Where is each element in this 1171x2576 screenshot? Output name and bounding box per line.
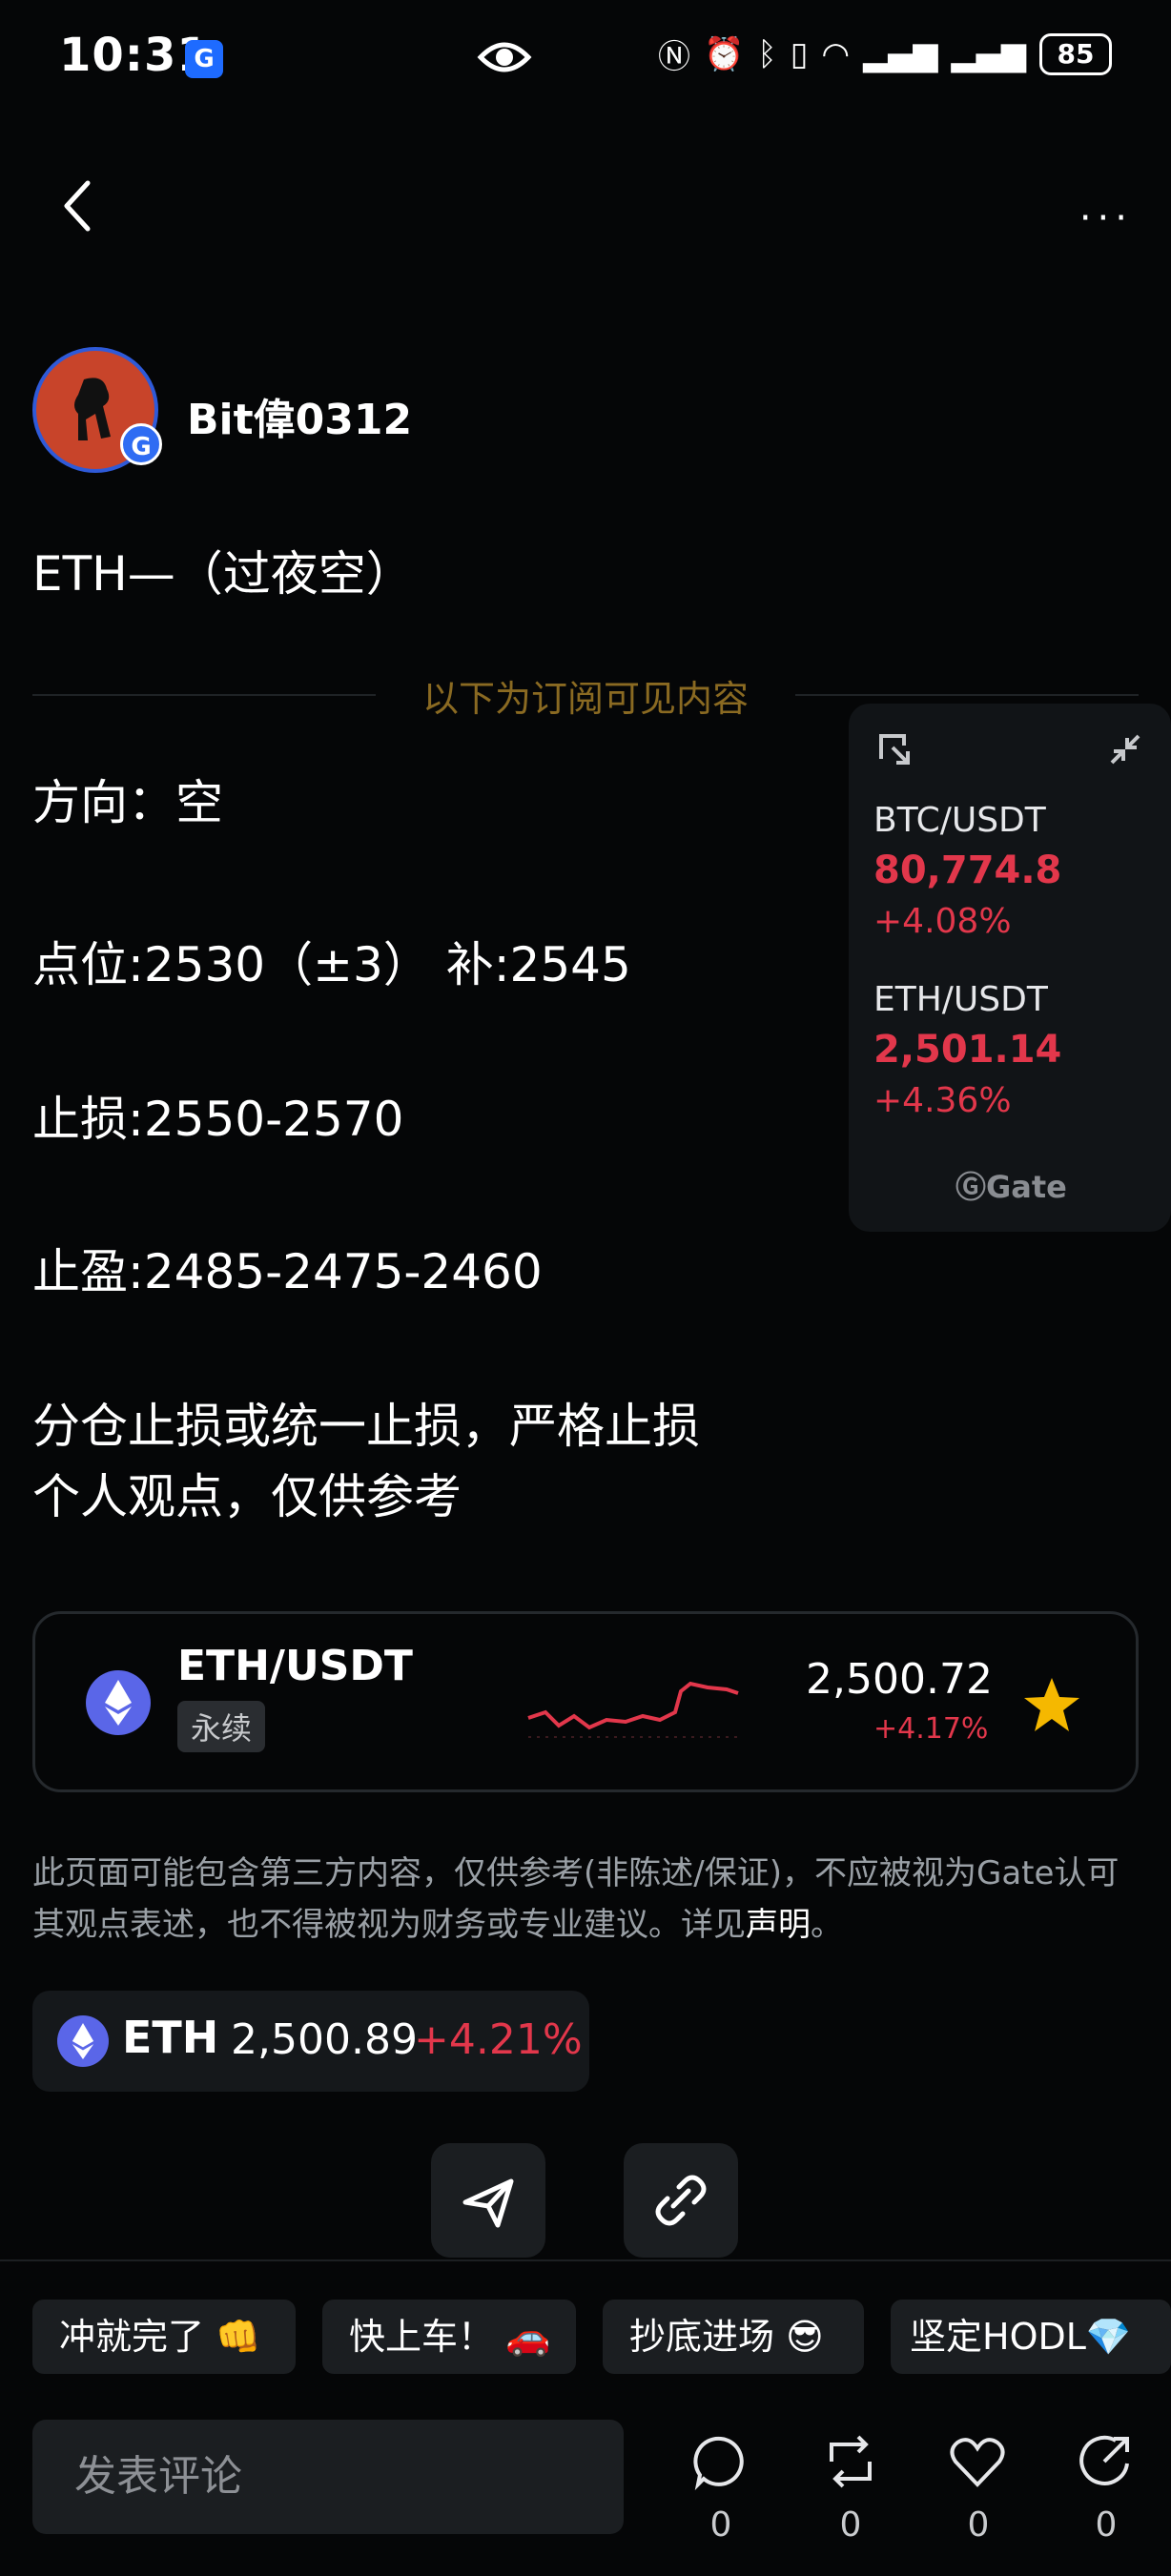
back-arrow-icon[interactable] bbox=[59, 177, 97, 235]
gate-logo: ⒼGate bbox=[955, 1163, 1067, 1207]
card-pair: ETH/USDT bbox=[177, 1642, 413, 1690]
widget-eth-change: +4.36% bbox=[873, 1081, 1012, 1120]
app-notification-icon: G bbox=[185, 40, 223, 78]
pill-price: 2,500.89 bbox=[231, 2015, 418, 2064]
gate-logo-mark-icon: Ⓖ bbox=[955, 1169, 987, 1205]
widget-btc-pair: BTC/USDT bbox=[873, 801, 1046, 840]
share-icon[interactable] bbox=[1078, 2433, 1135, 2490]
entry-line: 点位:2530（±3） 补:2545 bbox=[32, 937, 631, 992]
author-name[interactable]: Bit偉0312 bbox=[187, 385, 412, 446]
perpetual-tag: 永续 bbox=[177, 1701, 266, 1752]
widget-btc-change: +4.08% bbox=[873, 902, 1012, 941]
bluetooth-icon: ᛒ bbox=[757, 34, 777, 73]
copy-link-button[interactable] bbox=[624, 2143, 738, 2258]
quick-reply-4[interactable]: 坚定HODL💎 bbox=[891, 2300, 1171, 2374]
card-change: +4.17% bbox=[873, 1712, 989, 1746]
comment-input[interactable]: 发表评论 bbox=[32, 2420, 624, 2534]
signal-icon-2: ▂▄▆ bbox=[951, 34, 1026, 73]
more-icon[interactable]: ··· bbox=[1079, 196, 1133, 240]
widget-eth-price: 2,501.14 bbox=[873, 1028, 1062, 1072]
share-count: 0 bbox=[1095, 2505, 1118, 2545]
collapse-icon[interactable] bbox=[1108, 732, 1142, 767]
quick-reply-1[interactable]: 冲就完了 👊 bbox=[32, 2300, 296, 2374]
battery-indicator: 85 bbox=[1039, 32, 1112, 75]
note-line: 分仓止损或统一止损，严格止损 bbox=[32, 1399, 700, 1454]
widget-btc-price: 80,774.8 bbox=[873, 848, 1062, 892]
pill-symbol: ETH bbox=[122, 2012, 219, 2063]
disclaimer-line: 个人观点，仅供参考 bbox=[32, 1469, 462, 1524]
gate-logo-text: Gate bbox=[986, 1169, 1067, 1205]
expand-icon[interactable] bbox=[877, 732, 912, 767]
eye-icon bbox=[477, 42, 532, 72]
nfc-icon: Ⓝ bbox=[657, 38, 690, 76]
widget-eth-pair: ETH/USDT bbox=[873, 980, 1048, 1019]
take-profit-line: 止盈:2485-2475-2460 bbox=[32, 1244, 543, 1299]
eth-coin-icon bbox=[86, 1670, 151, 1735]
repost-count: 0 bbox=[839, 2505, 862, 2545]
third-party-disclaimer: 此页面可能包含第三方内容，仅供参考(非陈述/保证)，不应被视为Gate认可其观点… bbox=[32, 1848, 1139, 1951]
ticker-widget[interactable] bbox=[849, 704, 1171, 1232]
alarm-icon: ⏰ bbox=[703, 34, 745, 73]
comment-icon[interactable] bbox=[692, 2433, 750, 2490]
disclaimer-text: 此页面可能包含第三方内容，仅供参考(非陈述/保证)，不应被视为Gate认可其观点… bbox=[32, 1854, 1120, 1944]
link-icon bbox=[655, 2175, 707, 2226]
share-send-icon bbox=[462, 2178, 514, 2228]
stop-loss-line: 止损:2550-2570 bbox=[32, 1092, 404, 1147]
quick-reply-2[interactable]: 快上车！ 🚗 bbox=[322, 2300, 576, 2374]
rocket-badge-icon: G bbox=[120, 423, 162, 465]
like-count: 0 bbox=[967, 2505, 990, 2545]
post-title: ETH—（过夜空） bbox=[32, 546, 414, 602]
direction-line: 方向：空 bbox=[32, 775, 223, 830]
eth-coin-icon-small bbox=[57, 2015, 109, 2067]
comment-count: 0 bbox=[709, 2505, 732, 2545]
pill-change: +4.21% bbox=[414, 2015, 583, 2064]
quick-reply-3[interactable]: 抄底进场 😎 bbox=[603, 2300, 864, 2374]
repost-icon[interactable] bbox=[822, 2433, 879, 2490]
card-price: 2,500.72 bbox=[806, 1655, 993, 1704]
disclaimer-end: 。 bbox=[811, 1906, 843, 1944]
signal-icon: ▂▄▆ bbox=[863, 34, 938, 73]
vibrate-icon: ▯ bbox=[790, 34, 809, 73]
wifi-icon: ◠ bbox=[821, 34, 851, 73]
system-icons: Ⓝ ⏰ ᛒ ▯ ◠ ▂▄▆ ▂▄▆ 85 bbox=[658, 31, 1112, 77]
send-button[interactable] bbox=[431, 2143, 545, 2258]
star-icon[interactable] bbox=[1022, 1676, 1081, 1733]
heart-icon[interactable] bbox=[948, 2433, 1007, 2490]
statement-link[interactable]: 声明 bbox=[746, 1906, 811, 1944]
price-sparkline bbox=[527, 1681, 739, 1738]
